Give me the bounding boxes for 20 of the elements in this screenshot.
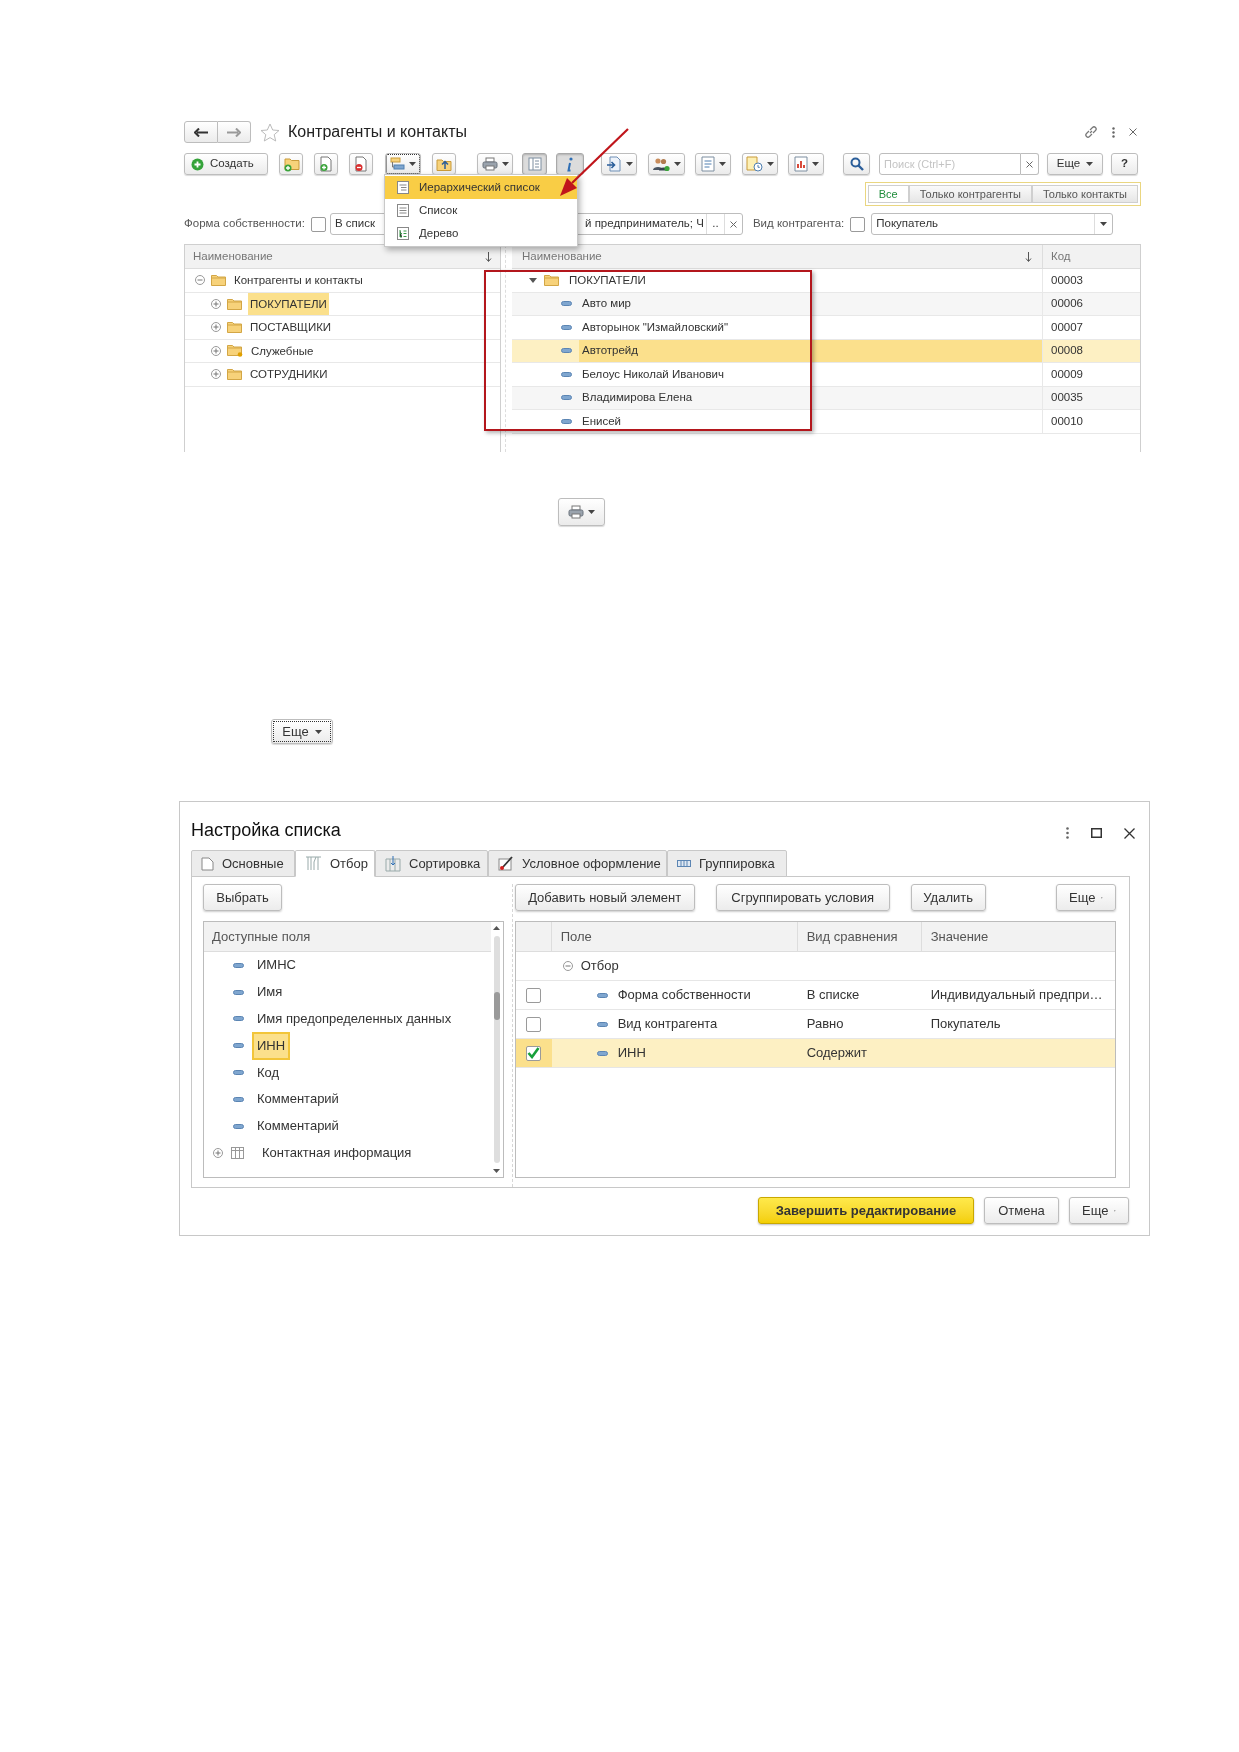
- table-cell: 00010: [1042, 410, 1140, 433]
- table-cell: 00007: [1042, 316, 1140, 339]
- table-cell: 00035: [1042, 386, 1140, 409]
- table-cell-text: Форма собственности: [617, 986, 751, 1005]
- table-cell: 00003: [1042, 269, 1140, 292]
- table-cell-text: Вид контрагента: [617, 1015, 718, 1034]
- window-title: Контрагенты и контакты: [288, 122, 468, 142]
- table-cell: 00009: [1042, 363, 1140, 386]
- table-cell: 00006: [1042, 292, 1140, 315]
- table-cell-text: ИНН: [617, 1044, 646, 1063]
- dialog-title: Настройка списка: [191, 819, 341, 842]
- table-cell-text: Индивидуальный предпри…: [929, 986, 1104, 1005]
- table-cell: 00008: [1042, 339, 1140, 362]
- table-cell-text: В списке: [805, 986, 861, 1005]
- filter-label: Форма собственности:: [184, 216, 305, 232]
- table-cell-text: Содержит: [805, 1044, 868, 1063]
- filter-label: Вид контрагента:: [752, 216, 845, 232]
- table-cell-text: Покупатель: [929, 1015, 1002, 1034]
- list-header: Доступные поля: [204, 922, 491, 952]
- table-cell-text: Равно: [805, 1015, 845, 1034]
